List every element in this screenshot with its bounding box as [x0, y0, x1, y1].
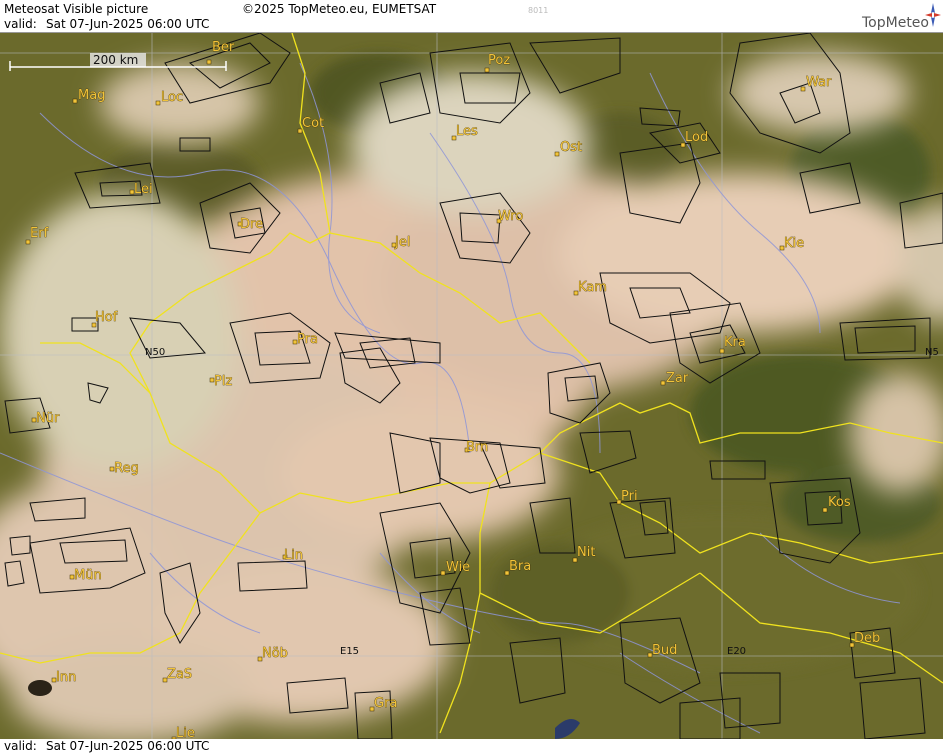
city-label-les[interactable]: Les	[456, 124, 479, 140]
city-label-loc[interactable]: Loc	[161, 90, 184, 106]
city-label-plz[interactable]: Plz	[214, 374, 233, 390]
city-label-poz[interactable]: Poz	[488, 53, 511, 69]
city-label-zar[interactable]: Zar	[666, 371, 689, 387]
topmeteo-logo[interactable]: TopMeteo	[862, 15, 929, 31]
grid-label-e15: E15	[340, 646, 359, 657]
city-label-ost[interactable]: Ost	[560, 140, 583, 156]
city-label-kra[interactable]: Kra	[724, 335, 746, 351]
scale-bar-label: 200 km	[93, 53, 138, 67]
city-label-pri[interactable]: Pri	[621, 489, 638, 505]
city-label-mun[interactable]: Mün	[74, 568, 102, 584]
city-label-bra[interactable]: Bra	[509, 559, 532, 575]
city-label-nur[interactable]: Nür	[36, 411, 61, 427]
image-code: 8011	[528, 6, 549, 15]
city-label-deb[interactable]: Deb	[854, 631, 881, 647]
city-label-wie[interactable]: Wie	[446, 560, 471, 576]
satellite-map[interactable]: Ber Poz War Mag Loc Cot Les Ost Lod Lei …	[0, 33, 943, 739]
city-label-zas[interactable]: ZaS	[167, 667, 193, 683]
footer-valid-time: Sat 07-Jun-2025 06:00 UTC	[46, 739, 210, 753]
city-label-jel[interactable]: Jel	[394, 235, 411, 251]
map-title: Meteosat Visible picture	[4, 2, 149, 16]
footer-bar: valid: Sat 07-Jun-2025 06:00 UTC	[0, 739, 943, 754]
city-label-gra[interactable]: Gra	[374, 696, 398, 712]
city-label-lie[interactable]: Lie	[176, 726, 195, 739]
city-label-lei[interactable]: Lei	[134, 182, 153, 198]
city-label-kos[interactable]: Kos	[828, 495, 851, 511]
city-label-lin[interactable]: Lin	[284, 548, 304, 564]
city-label-reg[interactable]: Reg	[114, 461, 139, 477]
city-label-war[interactable]: War	[806, 75, 833, 91]
satellite-image: Ber Poz War Mag Loc Cot Les Ost Lod Lei …	[0, 33, 943, 739]
city-label-pra[interactable]: Pra	[297, 332, 319, 348]
city-label-bud[interactable]: Bud	[652, 643, 678, 659]
compass-logo-icon	[925, 3, 941, 27]
city-label-lod[interactable]: Lod	[685, 130, 709, 146]
grid-label-n5-right: N5	[925, 347, 939, 358]
city-label-brn[interactable]: Brn	[466, 440, 489, 456]
city-label-inn[interactable]: Inn	[56, 670, 77, 686]
copyright-text: ©2025 TopMeteo.eu, EUMETSAT	[242, 2, 437, 16]
city-label-kie[interactable]: Kie	[784, 236, 805, 252]
valid-label: valid:	[4, 17, 37, 31]
grid-label-n50: N50	[145, 347, 165, 358]
city-label-dre[interactable]: Dre	[240, 217, 264, 233]
header-bar: Meteosat Visible picture ©2025 TopMeteo.…	[0, 0, 943, 33]
city-label-kam[interactable]: Kam	[578, 280, 608, 296]
city-label-nit[interactable]: Nit	[577, 545, 596, 561]
city-label-ber[interactable]: Ber	[212, 40, 236, 56]
city-label-hof[interactable]: Hof	[95, 310, 118, 326]
footer-valid-label: valid:	[4, 739, 37, 753]
city-label-wro[interactable]: Wro	[498, 209, 524, 225]
grid-label-e20: E20	[727, 646, 746, 657]
valid-time: Sat 07-Jun-2025 06:00 UTC	[46, 17, 210, 31]
city-label-nob[interactable]: Nöb	[262, 646, 289, 662]
city-label-erf[interactable]: Erf	[30, 226, 49, 242]
city-label-mag[interactable]: Mag	[78, 88, 106, 104]
city-label-cot[interactable]: Cot	[302, 116, 325, 132]
